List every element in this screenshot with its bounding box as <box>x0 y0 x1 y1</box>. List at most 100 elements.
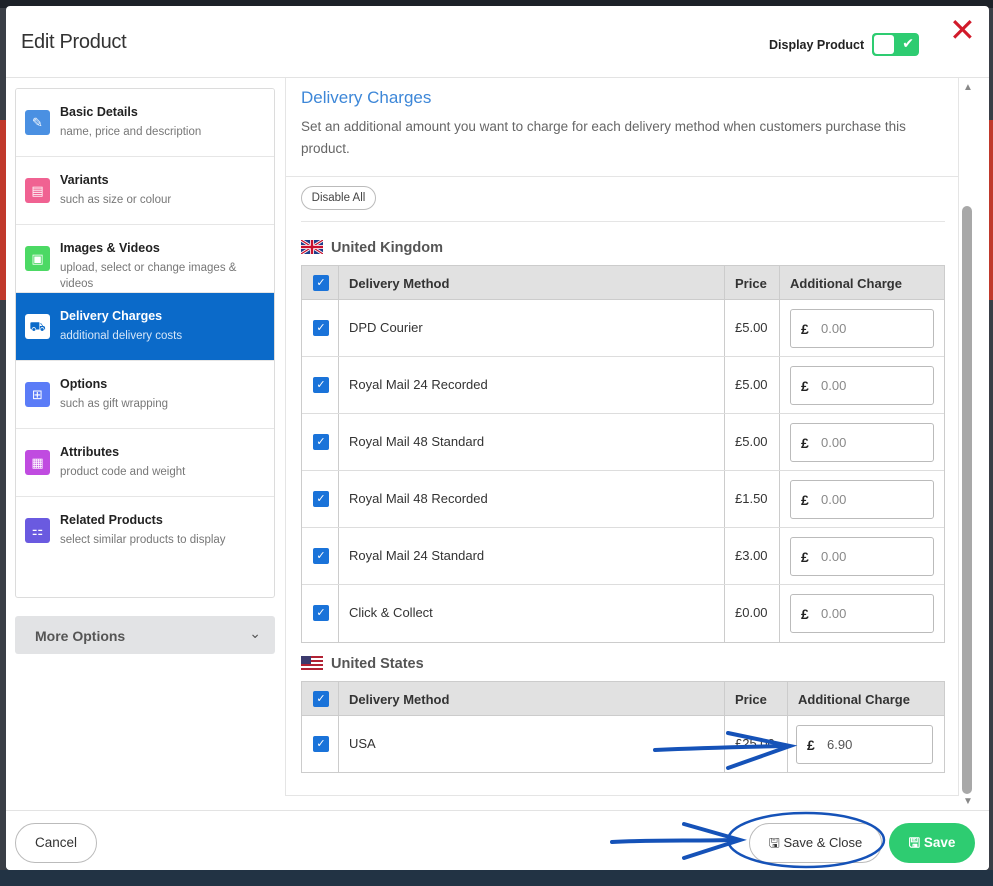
country-name: United States <box>331 656 424 672</box>
method-name: Royal Mail 48 Standard <box>349 434 485 449</box>
price-cell: £0.00 <box>725 585 780 642</box>
price-cell: £5.00 <box>725 414 780 470</box>
sidebar-item-variants[interactable]: ▤ Variants such as size or colour <box>16 157 274 225</box>
variants-icon: ▤ <box>25 178 50 203</box>
sidebar-item-delivery-charges[interactable]: ⛟ Delivery Charges additional delivery c… <box>16 293 274 361</box>
uk-flag-icon <box>301 240 323 254</box>
us-flag-icon <box>301 656 323 670</box>
modal-header: Edit Product Display Product ✔ ✕ <box>6 6 989 78</box>
price-value: £5.00 <box>735 377 768 392</box>
save-and-close-button[interactable]: 🖫 Save & Close <box>749 823 882 863</box>
gift-icon: ⊞ <box>25 382 50 407</box>
column-header-method: Delivery Method <box>339 682 725 715</box>
method-name: Click & Collect <box>349 605 433 620</box>
table-row: ✓ Click & Collect £0.00 £0.00 <box>302 585 944 642</box>
table-row: ✓ Royal Mail 24 Standard £3.00 £0.00 <box>302 528 944 585</box>
section-description: Set an additional amount you want to cha… <box>301 119 906 156</box>
column-header-additional: Additional Charge <box>788 682 946 715</box>
scrollbar-thumb[interactable] <box>962 206 972 794</box>
more-options-dropdown[interactable]: More Options ⌄ <box>15 616 275 654</box>
additional-charge-input[interactable]: £0.00 <box>790 423 934 462</box>
price-value: £1.50 <box>735 491 768 506</box>
select-all-checkbox[interactable]: ✓ <box>313 275 329 291</box>
additional-charge-input[interactable]: £6.90 <box>796 725 933 764</box>
document-icon: ▦ <box>25 450 50 475</box>
currency-symbol: £ <box>801 549 809 565</box>
sidebar-item-title: Images & Videos <box>60 241 160 255</box>
additional-charge-input[interactable]: £0.00 <box>790 366 934 405</box>
sidebar-item-title: Options <box>60 377 108 391</box>
divider <box>301 221 945 222</box>
charge-cell: £0.00 <box>780 414 946 470</box>
table-row: ✓ Royal Mail 24 Recorded £5.00 £0.00 <box>302 357 944 414</box>
column-header-method: Delivery Method <box>339 266 725 299</box>
check-cell: ✓ <box>302 300 339 356</box>
check-cell: ✓ <box>302 585 339 642</box>
charge-value: 0.00 <box>821 378 847 393</box>
charge-cell: £6.90 <box>788 716 946 772</box>
scroll-down-arrow-icon[interactable]: ▼ <box>963 796 973 807</box>
column-header-price: Price <box>725 682 788 715</box>
sidebar-item-attributes[interactable]: ▦ Attributes product code and weight <box>16 429 274 497</box>
currency-symbol: £ <box>801 378 809 394</box>
charge-cell: £0.00 <box>780 528 946 584</box>
currency-symbol: £ <box>801 435 809 451</box>
sidebar-item-title: Variants <box>60 173 109 187</box>
row-checkbox[interactable]: ✓ <box>313 491 329 507</box>
sidebar-item-subtitle: additional delivery costs <box>60 330 183 342</box>
row-checkbox[interactable]: ✓ <box>313 377 329 393</box>
column-header-label: Delivery Method <box>349 276 450 291</box>
column-header-label: Price <box>735 276 767 291</box>
price-value: £5.00 <box>735 434 768 449</box>
row-checkbox[interactable]: ✓ <box>313 434 329 450</box>
row-checkbox[interactable]: ✓ <box>313 548 329 564</box>
select-all-checkbox[interactable]: ✓ <box>313 691 329 707</box>
save-label: Save <box>923 835 956 850</box>
scroll-up-arrow-icon[interactable]: ▲ <box>963 82 973 93</box>
sidebar-item-basic-details[interactable]: ✎ Basic Details name, price and descript… <box>16 89 274 157</box>
method-name: DPD Courier <box>349 320 423 335</box>
save-button[interactable]: 🖫 Save <box>889 823 975 863</box>
charge-value: 0.00 <box>821 606 847 621</box>
display-product-toggle[interactable]: ✔ <box>872 33 919 56</box>
row-checkbox[interactable]: ✓ <box>313 736 329 752</box>
sidebar-item-title: Related Products <box>60 513 163 527</box>
table-header-row: ✓ Delivery Method Price Additional Charg… <box>302 682 944 716</box>
method-cell: Royal Mail 48 Recorded <box>339 471 725 527</box>
sidebar-item-images-videos[interactable]: ▣ Images & Videos upload, select or chan… <box>16 225 274 293</box>
method-cell: Royal Mail 48 Standard <box>339 414 725 470</box>
additional-charge-input[interactable]: £0.00 <box>790 594 934 633</box>
close-icon[interactable]: ✕ <box>949 10 976 50</box>
charge-cell: £0.00 <box>780 357 946 413</box>
method-name: Royal Mail 48 Recorded <box>349 491 488 506</box>
currency-symbol: £ <box>801 321 809 337</box>
method-cell: Royal Mail 24 Standard <box>339 528 725 584</box>
cancel-button[interactable]: Cancel <box>15 823 97 863</box>
disable-all-button[interactable]: Disable All <box>301 186 376 210</box>
price-value: £25.00 <box>735 736 775 751</box>
additional-charge-input[interactable]: £0.00 <box>790 480 934 519</box>
display-product-label: Display Product <box>769 38 865 52</box>
method-cell: USA <box>339 716 725 772</box>
table-header-row: ✓ Delivery Method Price Additional Charg… <box>302 266 944 300</box>
check-cell: ✓ <box>302 414 339 470</box>
check-cell: ✓ <box>302 528 339 584</box>
method-name: USA <box>349 736 376 751</box>
additional-charge-input[interactable]: £0.00 <box>790 309 934 348</box>
sidebar-item-subtitle: select similar products to display <box>60 534 226 546</box>
save-close-label: Save & Close <box>783 835 863 850</box>
check-icon: ✔ <box>902 35 914 51</box>
method-name: Royal Mail 24 Recorded <box>349 377 488 392</box>
divider <box>286 176 958 177</box>
header-check-cell: ✓ <box>302 266 339 299</box>
sidebar-item-options[interactable]: ⊞ Options such as gift wrapping <box>16 361 274 429</box>
row-checkbox[interactable]: ✓ <box>313 605 329 621</box>
column-header-additional: Additional Charge <box>780 266 946 299</box>
method-cell: Click & Collect <box>339 585 725 642</box>
sidebar-item-related-products[interactable]: ⚏ Related Products select similar produc… <box>16 497 274 565</box>
modal-title: Edit Product <box>21 31 127 53</box>
row-checkbox[interactable]: ✓ <box>313 320 329 336</box>
additional-charge-input[interactable]: £0.00 <box>790 537 934 576</box>
content-scrollbar[interactable]: ▲ ▼ <box>961 78 975 813</box>
save-icon: 🖫 <box>768 835 784 850</box>
